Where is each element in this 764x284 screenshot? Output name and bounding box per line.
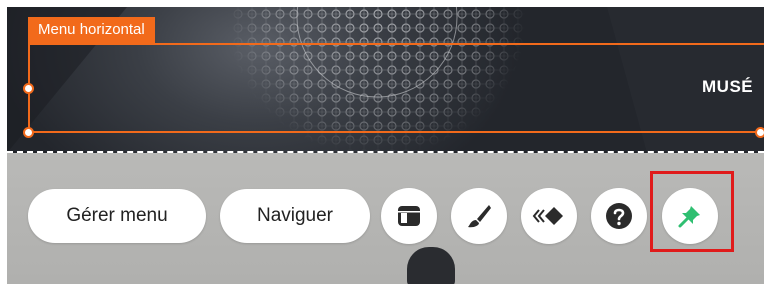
help-icon bbox=[606, 203, 632, 229]
manage-menu-button[interactable]: Gérer menu bbox=[28, 189, 206, 243]
highlight-box bbox=[650, 171, 734, 252]
selection-label: Menu horizontal bbox=[28, 17, 155, 43]
navigate-button[interactable]: Naviguer bbox=[220, 189, 370, 243]
animation-icon bbox=[532, 207, 563, 225]
animation-button[interactable] bbox=[521, 188, 577, 244]
design-button[interactable] bbox=[451, 188, 507, 244]
editor-canvas: MUSÉ Menu horizontal Gérer menu Naviguer bbox=[7, 7, 764, 284]
resize-handle-bottom-left[interactable] bbox=[23, 127, 34, 138]
section-divider bbox=[7, 151, 764, 153]
resize-handle-left[interactable] bbox=[23, 83, 34, 94]
layout-icon bbox=[398, 206, 420, 226]
brush-icon bbox=[468, 205, 491, 228]
decorative-figure bbox=[407, 247, 455, 284]
resize-handle-bottom-right[interactable] bbox=[755, 127, 764, 138]
selection-frame bbox=[28, 43, 764, 133]
help-button[interactable] bbox=[591, 188, 647, 244]
layout-button[interactable] bbox=[381, 188, 437, 244]
